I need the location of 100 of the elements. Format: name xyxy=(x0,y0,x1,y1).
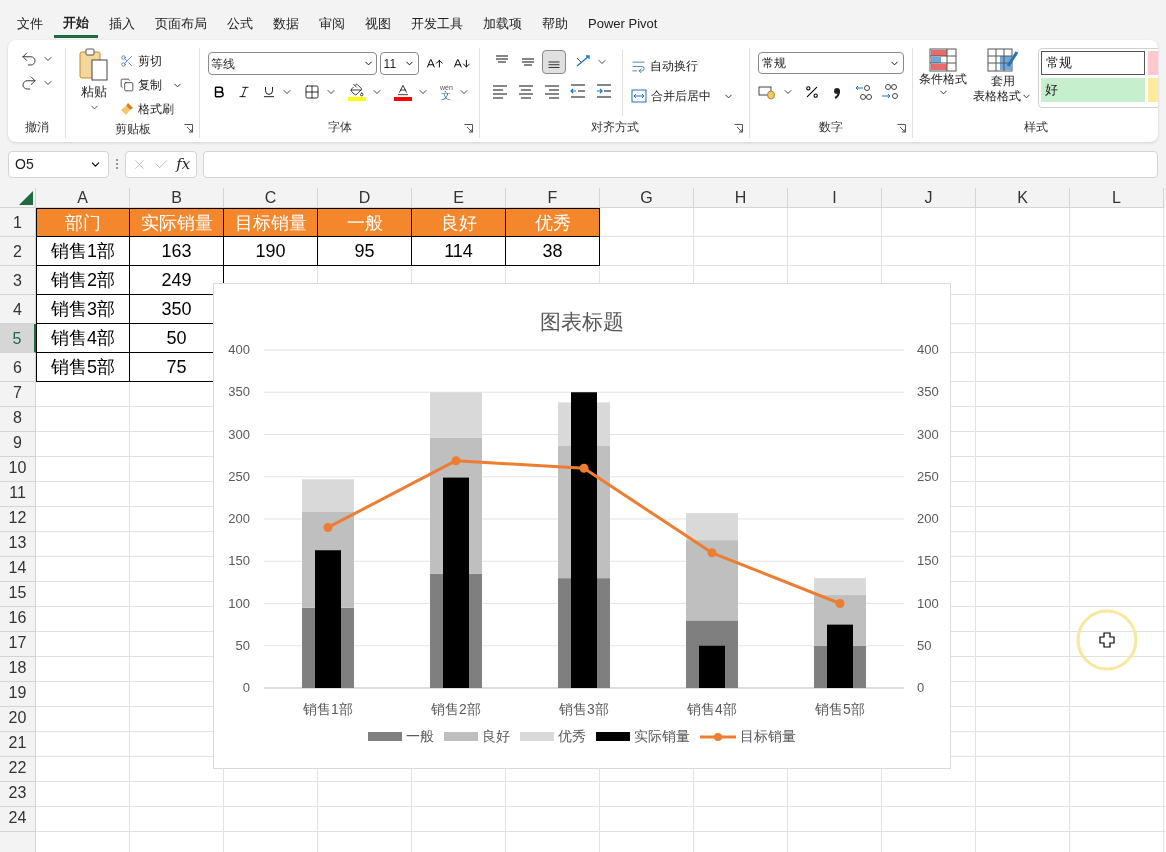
axis-label: 350 xyxy=(228,384,250,400)
row-header[interactable]: 13 xyxy=(0,532,36,557)
row-header[interactable]: 1 xyxy=(0,208,36,237)
name-box[interactable]: O5 xyxy=(8,150,109,178)
cell-style-swatch[interactable] xyxy=(1148,51,1158,75)
column-header[interactable]: G xyxy=(600,188,694,208)
undo-icon[interactable] xyxy=(19,50,38,68)
percent-icon[interactable] xyxy=(804,84,820,100)
bottom-align-icon[interactable] xyxy=(542,50,566,74)
table-cell: 114 xyxy=(412,237,506,266)
wrap-text-button[interactable]: 自动换行 xyxy=(631,54,734,78)
formula-input[interactable] xyxy=(203,150,1158,178)
row-header[interactable]: 8 xyxy=(0,407,36,432)
menu-tab[interactable]: 开发工具 xyxy=(402,10,472,38)
insert-function-button[interactable]: fx xyxy=(176,152,191,176)
font-color-icon[interactable] xyxy=(394,83,412,101)
menu-tab[interactable]: 帮助 xyxy=(533,10,577,38)
dialog-launcher-icon[interactable] xyxy=(734,124,743,133)
row-header[interactable]: 15 xyxy=(0,582,36,607)
point xyxy=(451,456,461,466)
format-painter-button[interactable]: 格式刷 xyxy=(120,98,183,120)
dialog-launcher-icon[interactable] xyxy=(464,124,473,133)
number-format-dropdown[interactable]: 常规 xyxy=(758,52,904,74)
column-header[interactable]: J xyxy=(882,188,976,208)
currency-icon[interactable] xyxy=(758,84,776,100)
axis-label: 250 xyxy=(228,468,250,484)
dialog-launcher-icon[interactable] xyxy=(184,124,193,133)
underline-icon[interactable] xyxy=(262,85,276,99)
chart-card[interactable]: 图表标题 0 50 100 150 200 250 300 350 400 0 50 100 150 200 250 300 350 400 销售1部 销售2部 销售3部 销售4部 销售5部 一般 良好 优秀 实际销量 目标销量 xyxy=(213,283,951,769)
column-header[interactable]: H xyxy=(694,188,788,208)
menu-tab[interactable]: 审阅 xyxy=(310,10,354,38)
redo-icon[interactable] xyxy=(19,74,38,92)
dialog-launcher-icon[interactable] xyxy=(897,124,906,133)
header-cell: 目标销量 xyxy=(224,208,318,237)
axis-label: 200 xyxy=(228,511,250,526)
row-header[interactable]: 6 xyxy=(0,353,36,382)
point xyxy=(707,548,717,558)
row-header[interactable]: 7 xyxy=(0,382,36,407)
merge-center-button[interactable]: 合并后居中 xyxy=(631,84,734,108)
cut-button[interactable]: 剪切 xyxy=(120,50,183,72)
cell-style-swatch[interactable]: 好 xyxy=(1041,78,1145,102)
chart-title: 图表标题 xyxy=(540,311,624,335)
row-header[interactable]: 18 xyxy=(0,657,36,682)
menu-tab[interactable]: 加载项 xyxy=(474,10,531,38)
row-header[interactable]: 9 xyxy=(0,432,36,457)
font-name-dropdown[interactable]: 等线 xyxy=(208,52,377,75)
row-header[interactable]: 14 xyxy=(0,557,36,582)
row-header[interactable]: 4 xyxy=(0,295,36,324)
drag-handle-icon[interactable] xyxy=(115,158,119,170)
menu-tab[interactable]: 视图 xyxy=(356,10,400,38)
group-label: 撤消 xyxy=(24,119,49,136)
row-header[interactable]: 24 xyxy=(0,807,36,832)
axis-label: 200 xyxy=(917,511,939,526)
column-header[interactable]: I xyxy=(788,188,882,208)
wrap-text-icon xyxy=(631,58,646,74)
group-label: 剪贴板 xyxy=(114,121,151,138)
menu-tab[interactable]: Power Pivot xyxy=(579,10,667,38)
menu-tab[interactable]: 公式 xyxy=(218,10,262,38)
row-header[interactable]: 21 xyxy=(0,732,36,757)
conditional-formatting-button[interactable]: 条件格式 xyxy=(919,48,967,116)
menu-tab[interactable]: 文件 xyxy=(8,10,52,38)
menu-tab[interactable]: 插入 xyxy=(100,10,144,38)
row-header[interactable]: 10 xyxy=(0,457,36,482)
cell-style-swatch[interactable]: 常规 xyxy=(1041,51,1145,75)
row-header[interactable]: 5 xyxy=(0,324,36,353)
borders-icon[interactable] xyxy=(304,84,320,100)
select-all-icon[interactable] xyxy=(19,191,33,205)
paste-button[interactable]: 粘贴 xyxy=(72,48,116,120)
table-cell: 190 xyxy=(224,237,318,266)
axis-label: 150 xyxy=(228,553,250,569)
increase-decimal-icon[interactable] xyxy=(854,82,874,102)
row-header[interactable]: 3 xyxy=(0,266,36,295)
row-header[interactable]: 23 xyxy=(0,782,36,807)
format-as-table-button[interactable]: 套用 表格格式 xyxy=(973,48,1032,116)
row-header[interactable]: 2 xyxy=(0,237,36,266)
row-header[interactable]: 19 xyxy=(0,682,36,707)
axis-label: 0 xyxy=(917,680,925,695)
bold-icon[interactable] xyxy=(212,85,226,99)
font-size-dropdown[interactable]: 11 xyxy=(379,52,420,75)
menu-tab[interactable]: 页面布局 xyxy=(146,10,216,38)
row-header[interactable]: 12 xyxy=(0,507,36,532)
scissors-icon xyxy=(120,54,134,68)
fill-color-icon[interactable] xyxy=(348,83,366,101)
row-header[interactable]: 17 xyxy=(0,632,36,657)
cell-style-swatch[interactable] xyxy=(1148,78,1158,102)
menu-tab[interactable]: 数据 xyxy=(264,10,308,38)
axis-label: 50 xyxy=(917,637,932,653)
column-header[interactable]: L xyxy=(1070,188,1164,208)
copy-button[interactable]: 复制 xyxy=(120,74,183,96)
axis-label: 100 xyxy=(228,595,250,611)
row-header[interactable]: 20 xyxy=(0,707,36,732)
row-header[interactable]: 22 xyxy=(0,757,36,782)
row-header[interactable]: 11 xyxy=(0,482,36,507)
legend-key-icon xyxy=(520,732,554,741)
decrease-decimal-icon[interactable] xyxy=(880,82,900,102)
italic-icon[interactable] xyxy=(237,85,251,99)
row-header[interactable]: 16 xyxy=(0,607,36,632)
column-header[interactable]: K xyxy=(976,188,1070,208)
group-label: 字体 xyxy=(327,119,352,136)
table-brush-icon xyxy=(986,48,1019,74)
